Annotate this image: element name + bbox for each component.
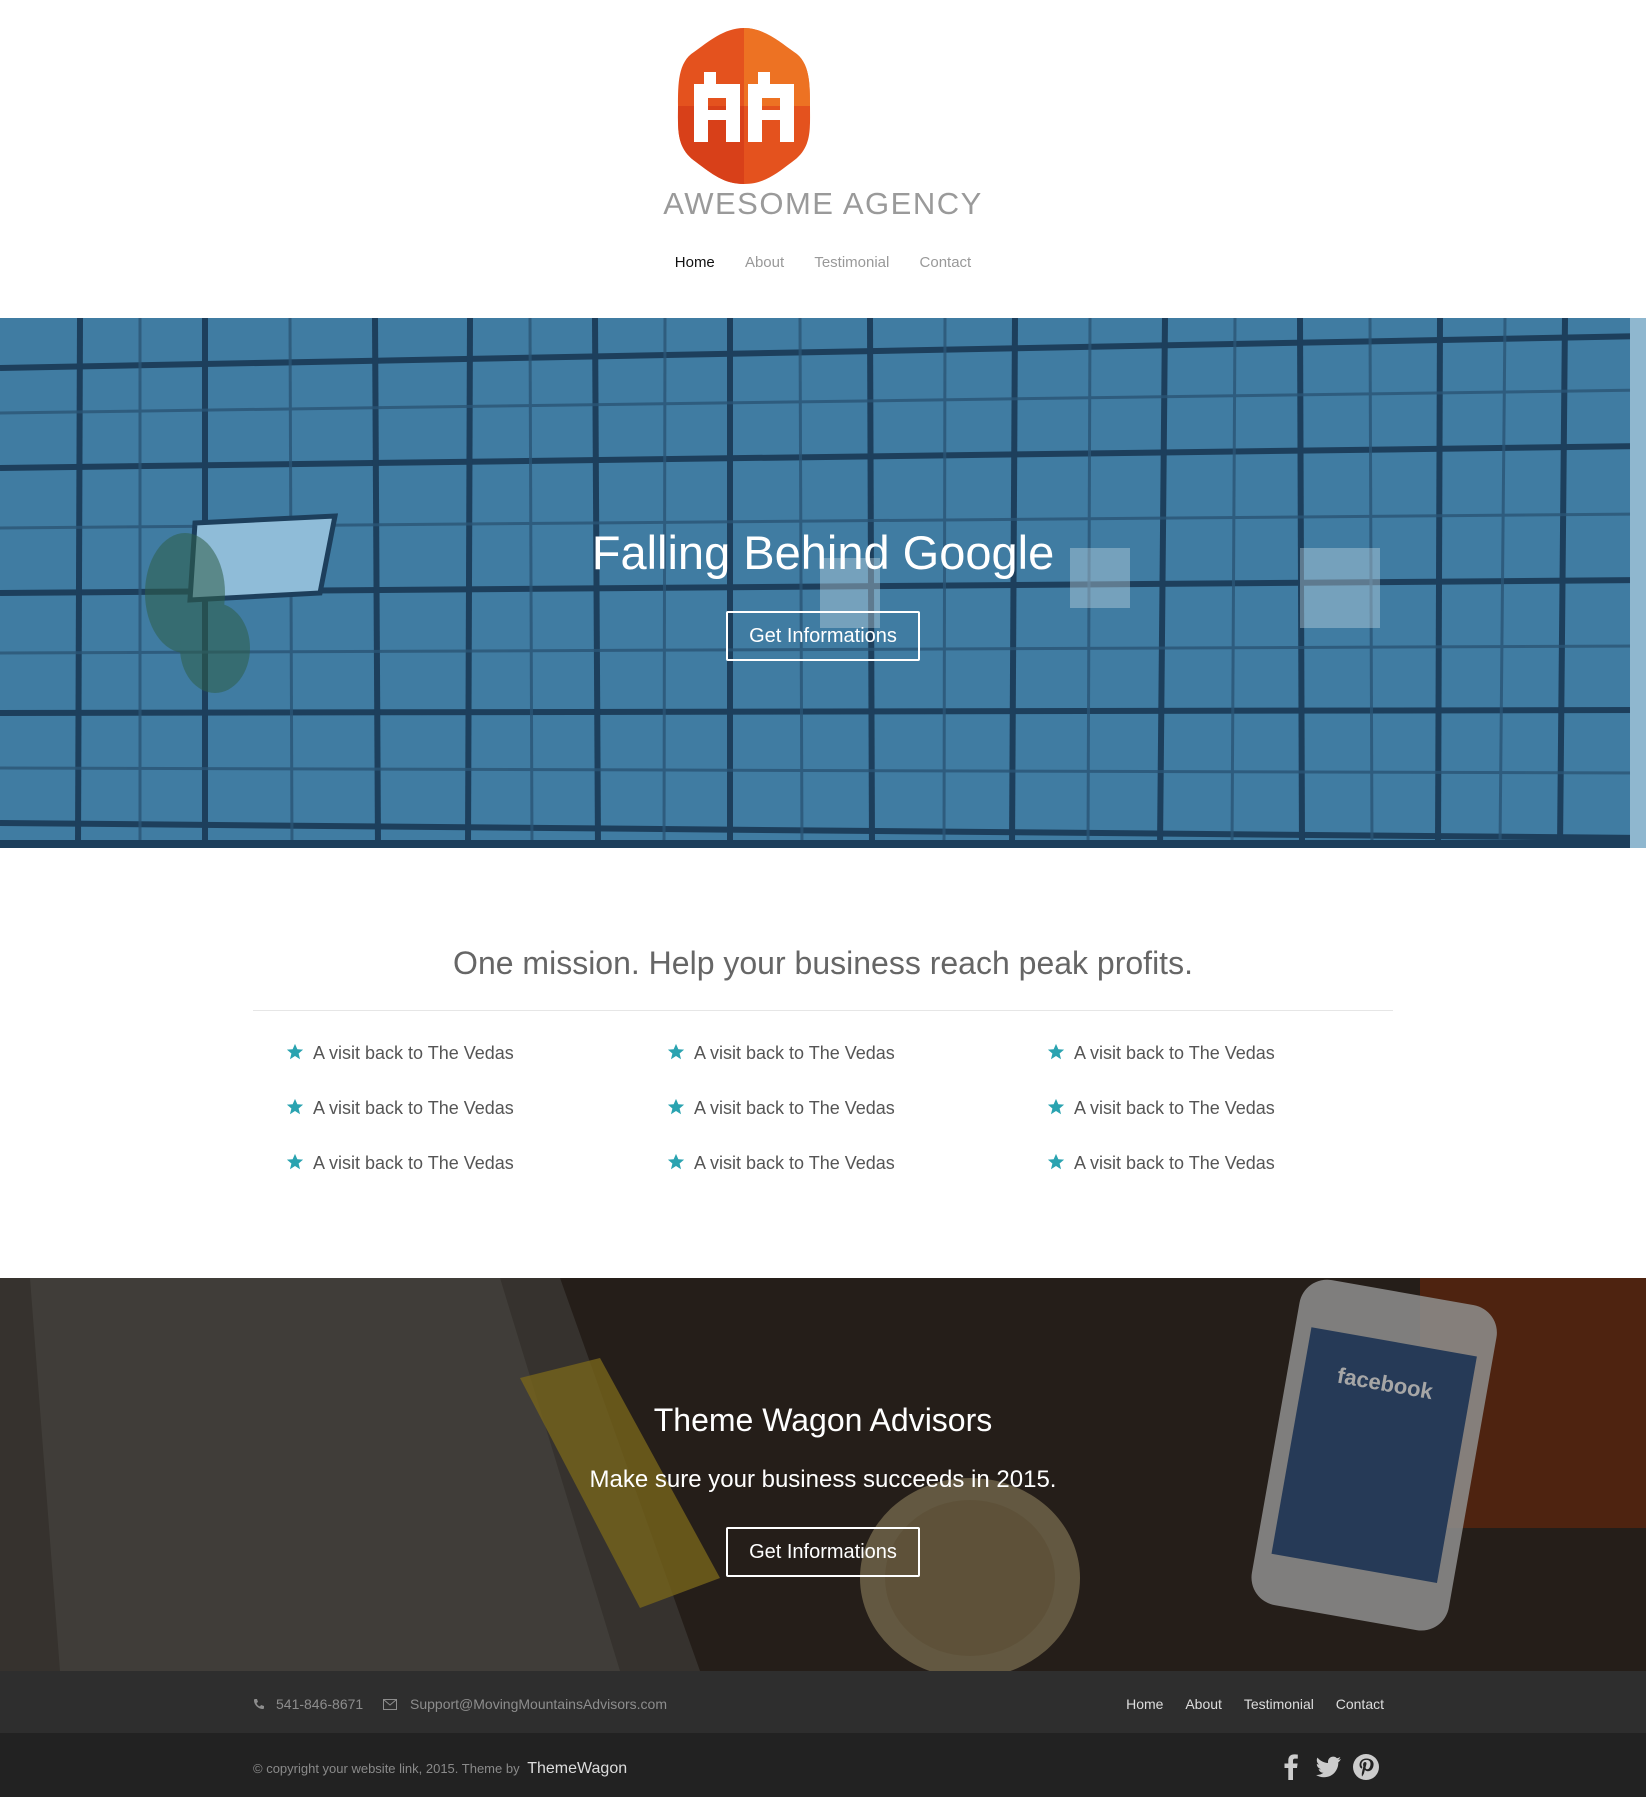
feature-item: A visit back to The Vedas: [1047, 1043, 1275, 1064]
hero-get-info-button[interactable]: Get Informations: [726, 611, 920, 661]
feature-item: A visit back to The Vedas: [667, 1043, 895, 1064]
themewagon-link[interactable]: ThemeWagon: [527, 1760, 627, 1777]
nav-home[interactable]: Home: [675, 254, 715, 271]
hero-banner: [0, 318, 1646, 848]
footer-contact-bar: [0, 1671, 1646, 1733]
feature-text: A visit back to The Vedas: [313, 1098, 514, 1118]
feature-text: A visit back to The Vedas: [1074, 1043, 1275, 1063]
footer-nav-home[interactable]: Home: [1126, 1696, 1163, 1712]
star-icon: [1047, 1098, 1065, 1115]
footer-nav-contact[interactable]: Contact: [1336, 1696, 1384, 1712]
footer-copyright-bar: [0, 1733, 1646, 1797]
copyright-text: © copyright your website link, 2015. The…: [253, 1760, 627, 1778]
mission-title: One mission. Help your business reach pe…: [453, 945, 1193, 981]
phone-icon: [254, 1699, 264, 1709]
copyright-label: © copyright your website link, 2015. The…: [253, 1761, 520, 1776]
feature-item: A visit back to The Vedas: [667, 1098, 895, 1119]
star-icon: [286, 1098, 304, 1115]
feature-text: A visit back to The Vedas: [694, 1098, 895, 1118]
feature-text: A visit back to The Vedas: [313, 1043, 514, 1063]
feature-item: A visit back to The Vedas: [286, 1098, 514, 1119]
nav-testimonial[interactable]: Testimonial: [814, 254, 889, 271]
advisors-get-info-button[interactable]: Get Informations: [726, 1527, 920, 1577]
footer-email[interactable]: Support@MovingMountainsAdvisors.com: [410, 1696, 667, 1712]
office-building-background: [0, 318, 1646, 848]
feature-item: A visit back to The Vedas: [1047, 1153, 1275, 1174]
star-icon: [667, 1043, 685, 1060]
feature-item: A visit back to The Vedas: [286, 1043, 514, 1064]
advisors-title: Theme Wagon Advisors: [653, 1402, 993, 1438]
feature-item: A visit back to The Vedas: [286, 1153, 514, 1174]
feature-text: A visit back to The Vedas: [1074, 1098, 1275, 1118]
section-divider: [253, 1010, 1393, 1011]
hero-title: Falling Behind Google: [591, 526, 1055, 579]
star-icon: [1047, 1153, 1065, 1170]
star-icon: [1047, 1043, 1065, 1060]
star-icon: [667, 1098, 685, 1115]
nav-contact[interactable]: Contact: [920, 254, 972, 271]
pinterest-icon[interactable]: [1351, 1752, 1381, 1782]
feature-item: A visit back to The Vedas: [1047, 1098, 1275, 1119]
star-icon: [667, 1153, 685, 1170]
brand-name: AWESOME AGENCY: [663, 186, 983, 221]
feature-item: A visit back to The Vedas: [667, 1153, 895, 1174]
twitter-icon[interactable]: [1313, 1752, 1343, 1782]
footer-phone[interactable]: 541-846-8671: [276, 1696, 363, 1712]
facebook-icon[interactable]: [1276, 1752, 1306, 1782]
feature-text: A visit back to The Vedas: [694, 1153, 895, 1173]
star-icon: [286, 1153, 304, 1170]
main-nav: Home About Testimonial Contact: [0, 254, 1646, 271]
feature-text: A visit back to The Vedas: [313, 1153, 514, 1173]
footer-nav: Home About Testimonial Contact: [1108, 1696, 1384, 1712]
footer-nav-testimonial[interactable]: Testimonial: [1244, 1696, 1314, 1712]
envelope-icon: [383, 1699, 397, 1710]
feature-text: A visit back to The Vedas: [694, 1043, 895, 1063]
advisors-subtitle: Make sure your business succeeds in 2015…: [589, 1466, 1057, 1493]
agency-logo[interactable]: [664, 26, 824, 186]
footer-nav-about[interactable]: About: [1185, 1696, 1222, 1712]
site-header: AWESOME AGENCY Home About Testimonial Co…: [0, 0, 1646, 318]
feature-text: A visit back to The Vedas: [1074, 1153, 1275, 1173]
nav-about[interactable]: About: [745, 254, 784, 271]
star-icon: [286, 1043, 304, 1060]
